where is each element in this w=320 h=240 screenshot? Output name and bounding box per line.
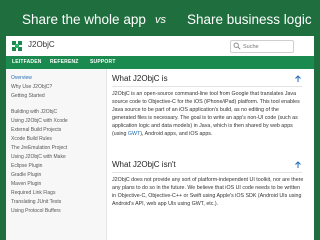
section-text-what-is: J2ObjC is an open-source command-line to… [112,90,304,138]
section-title-what-isnt: What J2ObjC isn't [112,160,176,169]
tab-leitfaden[interactable]: LEITFADEN [12,59,42,65]
arrow-up-icon[interactable] [294,161,302,169]
j2objc-logo-icon[interactable] [12,41,22,51]
tab-referenz[interactable]: REFERENZ [50,59,79,65]
search-box[interactable] [230,40,294,53]
sidebar-item-maven[interactable]: Maven Plugin [11,181,41,187]
sidebar-item-why-use[interactable]: Why Use J2ObjC? [11,84,52,90]
sidebar-item-xcode[interactable]: Using J2ObjC with Xcode [11,118,68,124]
headline-vs: vs [155,14,166,26]
slide-headline: Share the whole app vs Share business lo… [0,0,320,38]
sidebar-item-external-build[interactable]: External Build Projects [11,127,61,133]
top-nav: LEITFADEN REFERENZ SUPPORT [6,56,314,69]
main-content: What J2ObjC is J2ObjC is an open-source … [110,69,310,240]
site-title[interactable]: J2ObjC [28,40,55,49]
sidebar-item-eclipse[interactable]: Eclipse Plugin [11,163,42,169]
section-text-what-isnt: J2ObjC does not provide any sort of plat… [112,177,304,207]
arrow-up-icon[interactable] [294,75,302,83]
sidebar-item-overview[interactable]: Overview [11,75,32,81]
site-header: J2ObjC [6,36,314,57]
search-icon [233,42,241,50]
sidebar-item-gradle[interactable]: Gradle Plugin [11,172,41,178]
sidebar-item-jreemulation[interactable]: The JreEmulation Project [11,145,67,151]
sidebar-item-junit[interactable]: Translating JUnit Tests [11,199,61,205]
sidebar-item-link-flags[interactable]: Required Link Flags [11,190,55,196]
section-title-what-is: What J2ObjC is [112,74,168,83]
sidebar-item-xcode-build-rules[interactable]: Xcode Build Rules [11,136,52,142]
sidebar-item-make[interactable]: Using J2ObjC with Make [11,154,66,160]
sidebar-item-getting-started[interactable]: Getting Started [11,93,45,99]
gwt-link[interactable]: GWT [128,131,140,137]
section-divider [112,172,302,173]
sidebar-item-building[interactable]: Building with J2ObjC [11,109,57,115]
search-input[interactable] [243,41,291,52]
sidebar-item-protobuf[interactable]: Using Protocol Buffers [11,208,61,214]
sidebar: Overview Why Use J2ObjC? Getting Started… [6,69,107,240]
paragraph-text-end: ), Android apps, and iOS apps. [140,131,213,137]
section-divider [112,86,302,87]
browser-window: J2ObjC LEITFADEN REFERENZ SUPPORT Overvi… [6,36,314,240]
tab-support[interactable]: SUPPORT [90,59,116,65]
headline-left: Share the whole app [22,12,146,27]
headline-right: Share business logic [187,12,312,27]
